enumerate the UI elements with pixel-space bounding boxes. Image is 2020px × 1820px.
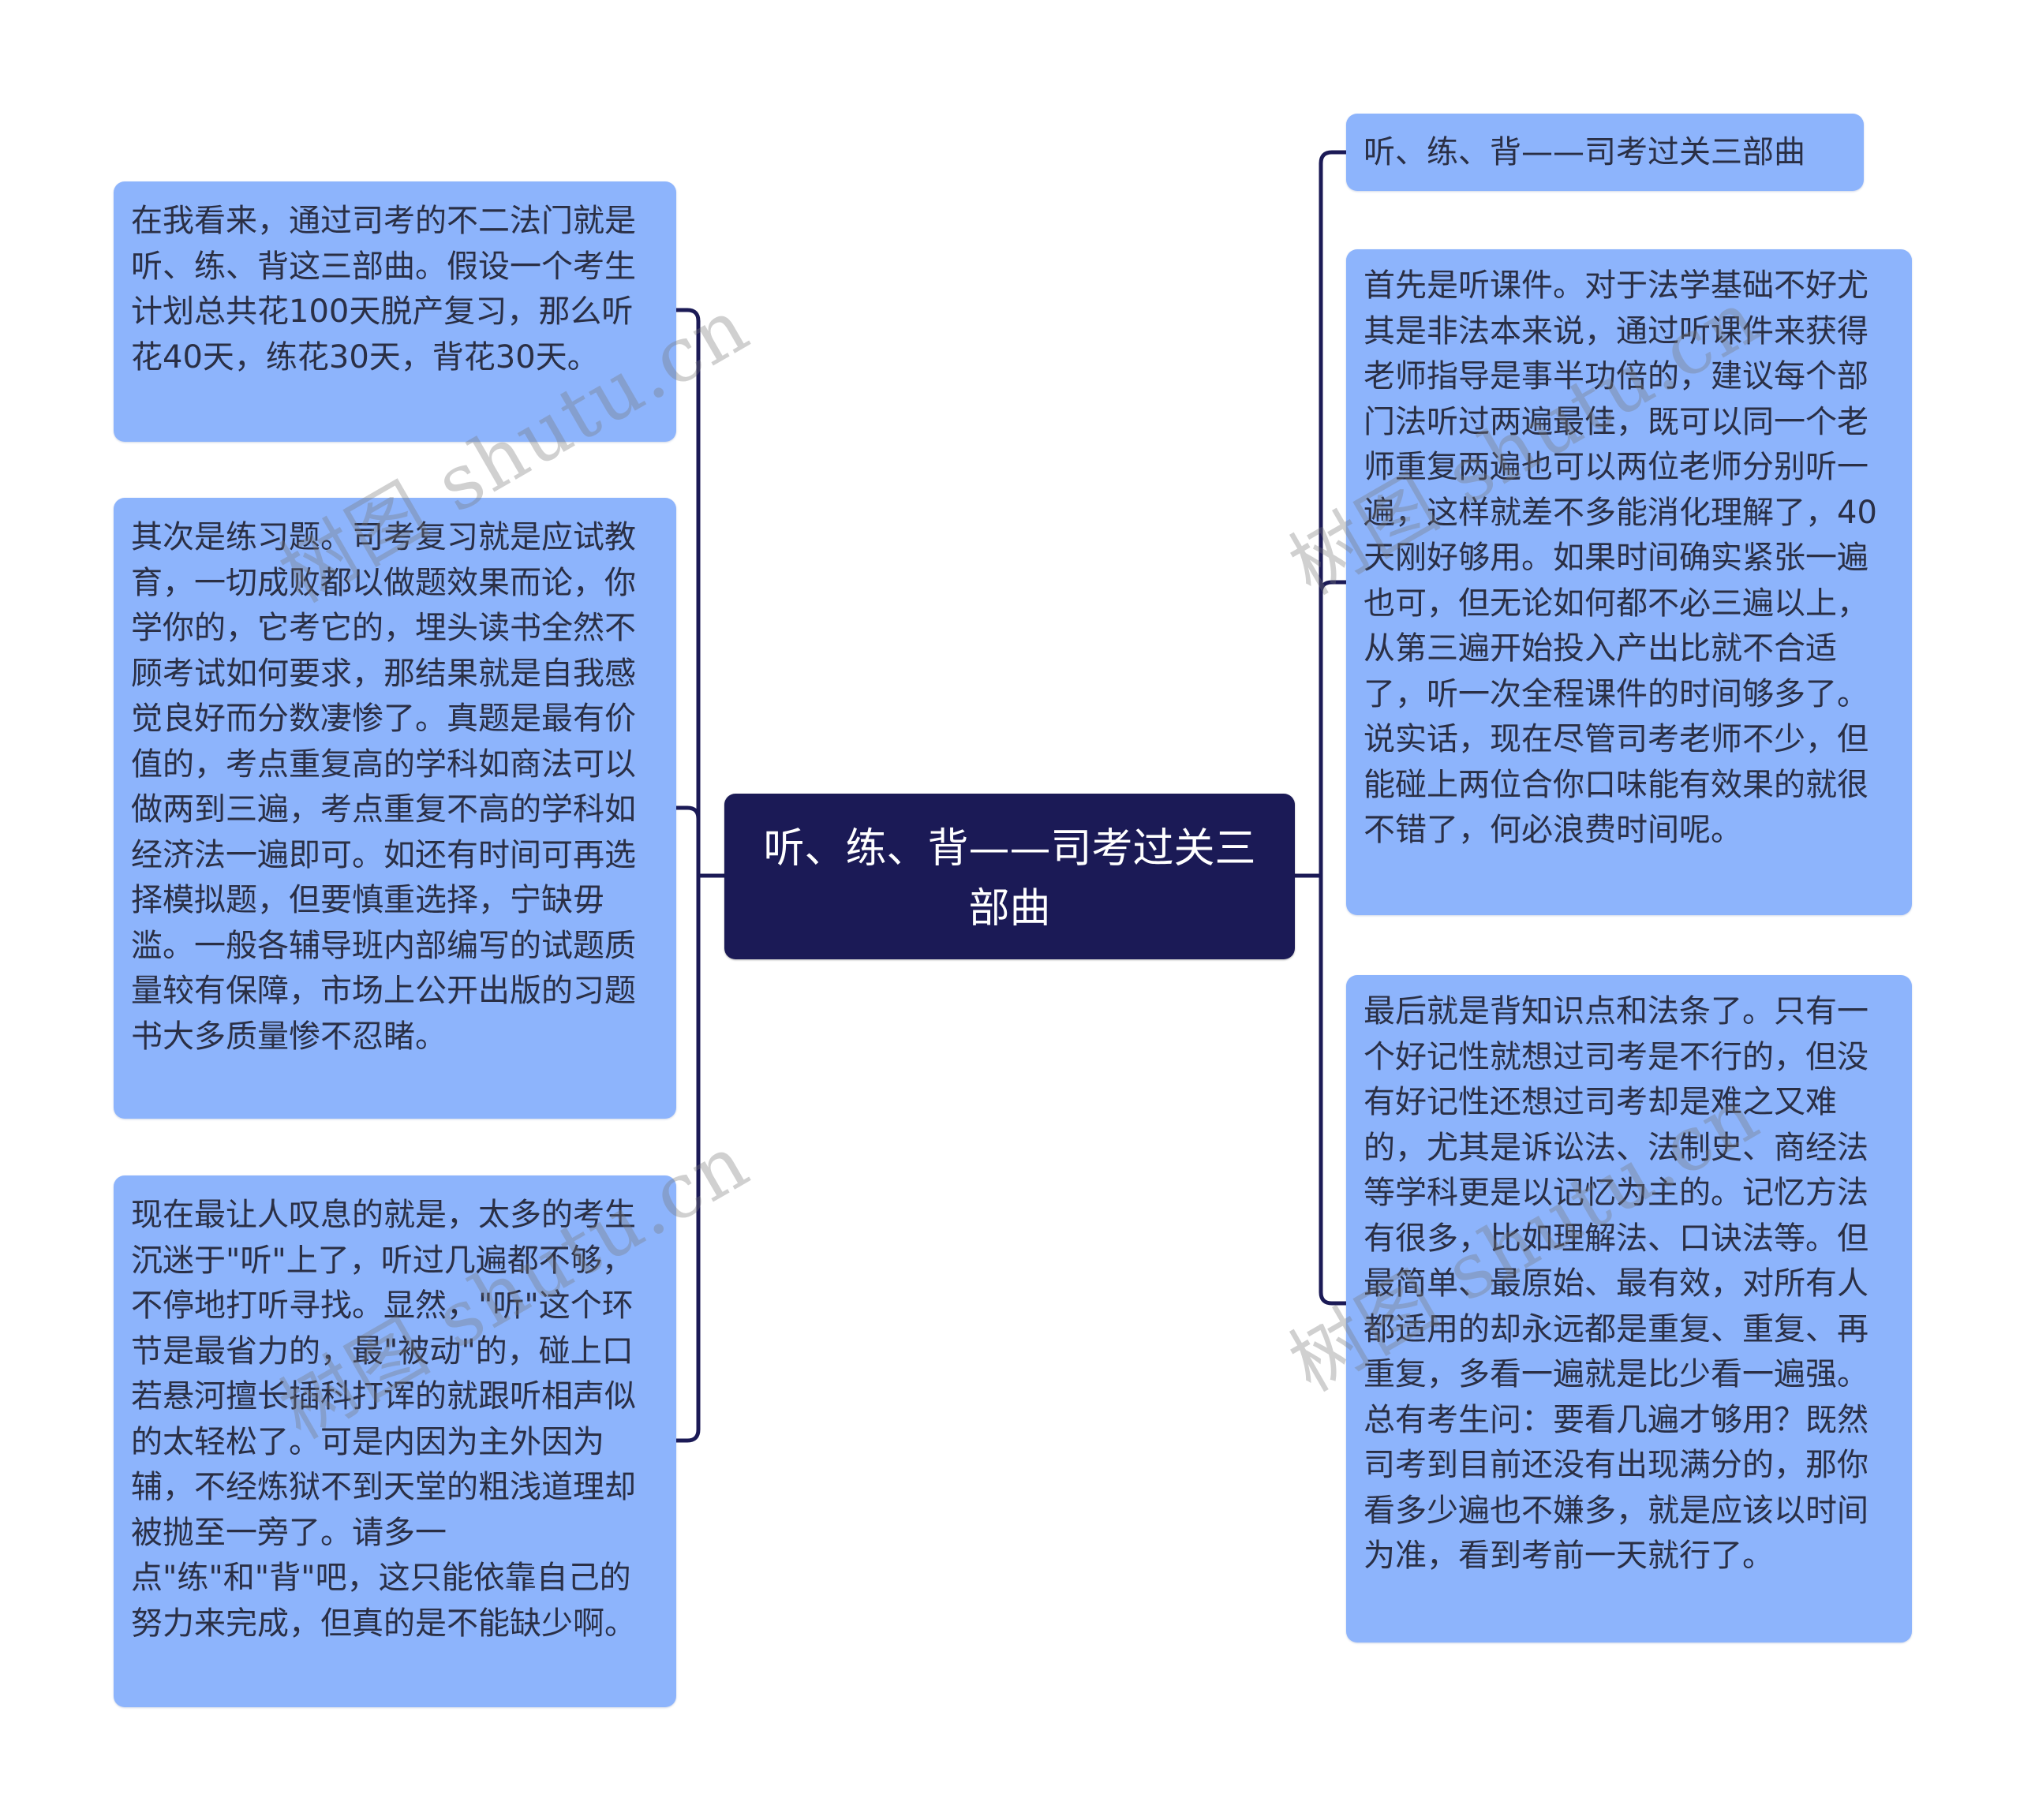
left-node-conclusion[interactable]: 现在最让人叹息的就是，太多的考生沉迷于"听"上了，听过几遍都不够，不停地打听寻找… — [114, 1175, 676, 1707]
right-node-title-text: 听、练、背——司考过关三部曲 — [1364, 134, 1805, 170]
connector-right-1 — [1319, 150, 1349, 878]
right-node-memorize-text: 最后就是背知识点和法条了。只有一个好记性就想过司考是不行的，但没有好记性还想过司… — [1364, 993, 1868, 1574]
connector-left-2 — [674, 805, 701, 878]
right-node-listen[interactable]: 首先是听课件。对于法学基础不好尤其是非法本来说，通过听课件来获得老师指导是事半功… — [1346, 249, 1912, 915]
left-node-practice-text: 其次是练习题。司考复习就是应试教育，一切成败都以做题效果而论，你学你的，它考它的… — [131, 519, 636, 1055]
left-node-intro-text: 在我看来，通过司考的不二法门就是听、练、背这三部曲。假设一个考生计划总共花100… — [131, 203, 636, 376]
root-node-text: 听、练、背——司考过关三部曲 — [763, 825, 1256, 932]
left-node-intro[interactable]: 在我看来，通过司考的不二法门就是听、练、背这三部曲。假设一个考生计划总共花100… — [114, 181, 676, 442]
right-node-title[interactable]: 听、练、背——司考过关三部曲 — [1346, 114, 1864, 191]
left-node-conclusion-text: 现在最让人叹息的就是，太多的考生沉迷于"听"上了，听过几遍都不够，不停地打听寻找… — [131, 1197, 636, 1642]
connector-left-3 — [674, 873, 701, 1443]
connector-right-2 — [1319, 580, 1349, 878]
connector-left-1 — [674, 308, 701, 878]
left-node-practice[interactable]: 其次是练习题。司考复习就是应试教育，一切成败都以做题效果而论，你学你的，它考它的… — [114, 498, 676, 1119]
mindmap-canvas: 听、练、背——司考过关三部曲 在我看来，通过司考的不二法门就是听、练、背这三部曲… — [0, 0, 2020, 1820]
right-node-listen-text: 首先是听课件。对于法学基础不好尤其是非法本来说，通过听课件来获得老师指导是事半功… — [1364, 267, 1877, 848]
root-node[interactable]: 听、练、背——司考过关三部曲 — [724, 794, 1295, 959]
right-node-memorize[interactable]: 最后就是背知识点和法条了。只有一个好记性就想过司考是不行的，但没有好记性还想过司… — [1346, 975, 1912, 1642]
connector-right-3 — [1319, 873, 1349, 1306]
